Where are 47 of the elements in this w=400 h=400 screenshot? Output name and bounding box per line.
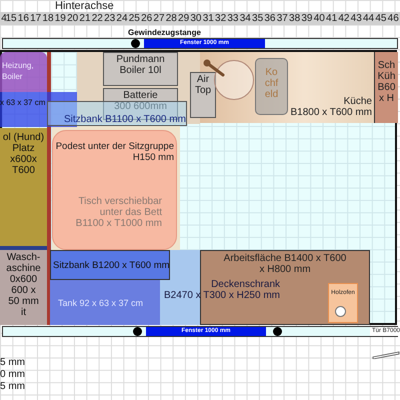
ruler-tick: 30: [189, 13, 202, 24]
table-label: Tisch verschiebbar unter das Bett B1100 x T1000 mm: [74, 196, 162, 231]
axle-label: Hinterachse: [55, 0, 114, 12]
ruler-tick: 39: [300, 13, 314, 24]
ruler-tick: 33: [226, 13, 240, 24]
ruler-tick: 31: [202, 13, 215, 24]
ruler-tick: 23: [103, 13, 116, 24]
ruler-tick: 24: [115, 13, 129, 24]
ruler-tick: 38: [288, 13, 302, 24]
bench-block: Sitzbank B1200 x T600 mm: [50, 250, 170, 280]
ruler-tick: 46: [386, 13, 400, 24]
ruler-tick: 17: [29, 13, 42, 24]
tank-block: Tank 92 x 63 x 37 cm: [50, 280, 160, 325]
ruler-tick: 42: [337, 13, 350, 24]
ruler-tick: 40: [312, 13, 326, 24]
rod-label: Gewindezugstange: [128, 28, 201, 37]
washer-block: Wasch- aschine 0x600 600 x 50 mm it: [0, 250, 47, 325]
ruler-tick: 34: [238, 13, 252, 24]
boiler-block: Pundmann Boiler 10l: [103, 52, 178, 86]
ruler-tick: 32: [214, 13, 228, 24]
ruler-tick: 36: [263, 13, 276, 24]
ruler-tick: 26: [140, 13, 154, 24]
ruler-tick: 22: [90, 13, 104, 24]
ruler-tick: 20: [66, 13, 80, 24]
ruler-tick: 25: [128, 13, 141, 24]
ruler-tick: 45: [374, 13, 388, 24]
hob-block: Ko chf eld: [255, 58, 288, 115]
legend-text: 5 mm: [0, 381, 25, 392]
legend-text: 0 mm: [0, 369, 25, 380]
ruler-tick: 43: [350, 13, 363, 24]
ruler-tick: 28: [164, 13, 178, 24]
legend-text: 5 mm: [0, 357, 25, 368]
ruler-tick: 29: [177, 13, 190, 24]
dog-bed-block: ol (Hund) Platz x600x T600: [0, 128, 47, 246]
ruler-tick: 18: [41, 13, 55, 24]
ruler-tick: 37: [276, 13, 289, 24]
heater-unit-block: Air Top: [190, 72, 216, 118]
ruler-tick: 21: [78, 13, 92, 24]
ruler-tick: 44: [362, 13, 376, 24]
ruler-tick: 16: [16, 13, 30, 24]
ruler-tick: 19: [54, 13, 67, 24]
heater-block: Heizung, Boiler: [0, 52, 47, 92]
fridge-block: Sch Küh B60 x H: [375, 52, 398, 123]
sink-drawing: [214, 60, 254, 100]
ruler-tick: 35: [251, 13, 264, 24]
ruler-tick: 27: [152, 13, 166, 24]
ruler-tick: 41: [325, 13, 338, 24]
